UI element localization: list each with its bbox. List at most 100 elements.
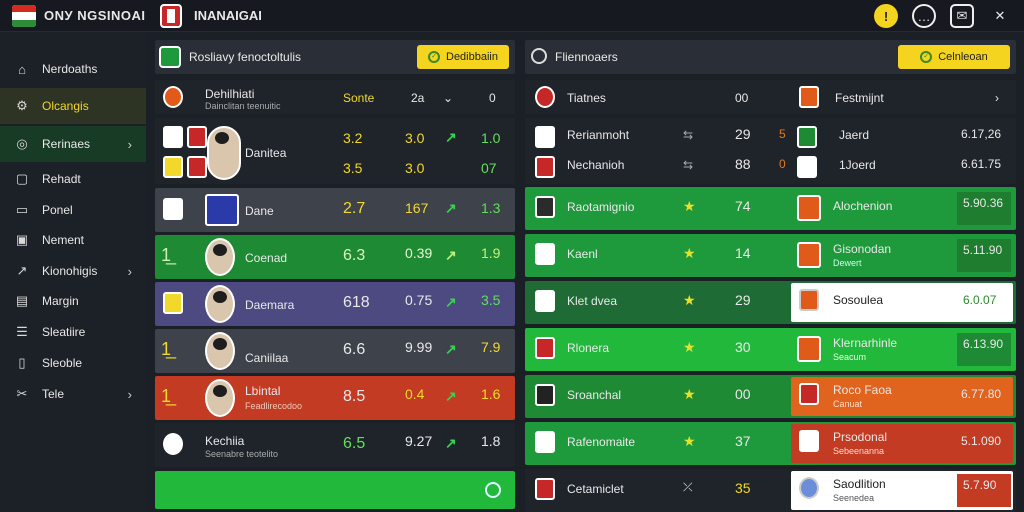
team-crest-icon: [163, 198, 183, 220]
star-icon[interactable]: ★: [683, 198, 696, 215]
table-row[interactable]: Cetamiclet ⤫ 35 Saodlition Seenedea 5.7.…: [525, 469, 1016, 512]
team-name: Kaenl: [567, 247, 598, 261]
rating: 1.0: [481, 130, 501, 146]
team-name: Raotamignio: [567, 200, 635, 214]
table-row[interactable]: Danitea 3.2 3.5 3.0 3.0 ↗ 1.0 07: [155, 118, 515, 184]
value: 6.13.90: [957, 333, 1011, 366]
left-table-header: Dehilhiati Dainclitan teenuitic Sonte 2a…: [155, 80, 515, 114]
score: 8.5: [343, 388, 366, 405]
team-crest-icon: [535, 384, 555, 406]
team-name: Rafenomaite: [567, 435, 636, 449]
table-row[interactable]: 1̲ Coenad 6.3 0.39 ↗ 1.9: [155, 235, 515, 279]
player-name: Coenad: [245, 251, 288, 265]
doc-icon: ▭: [15, 202, 29, 217]
right-panel-button[interactable]: ✓ Celnleoan: [898, 45, 1010, 69]
close-icon[interactable]: ✕: [988, 4, 1012, 28]
chevron-right-icon: ›: [127, 263, 132, 279]
team-name: Nechanioh: [567, 158, 625, 172]
star-icon[interactable]: ★: [683, 433, 696, 450]
trend-arrow-icon: ↗: [445, 435, 457, 451]
left-panel-button[interactable]: ✓ Dedibbaiin: [417, 45, 509, 69]
table-row[interactable]: Daemara 618 0.75 ↗ 3.5: [155, 282, 515, 326]
odds: 9.27: [405, 433, 433, 449]
sidebar-item-10[interactable]: ✂ Tele ›: [0, 376, 146, 412]
value: 6.61.75: [961, 157, 1002, 171]
table-row[interactable]: Kaenl ★ 14 Gisonodan Dewert 5.11.90: [525, 234, 1016, 277]
table-row[interactable]: Rafenomaite ★ 37 Prsodonal Sebeenanna 5.…: [525, 422, 1016, 465]
trend-arrow-icon: ↗: [445, 129, 457, 145]
confirm-icon[interactable]: [485, 482, 501, 498]
team-crest-icon: [797, 156, 817, 178]
odds: 167: [405, 200, 429, 216]
odds: 3.0: [405, 160, 425, 176]
rank-number: 1̲: [161, 245, 172, 265]
globe-icon: ◎: [16, 136, 28, 151]
player-avatar: [207, 126, 241, 180]
sidebar-item-0[interactable]: ⌂ Nerdoaths: [0, 51, 146, 87]
star-icon[interactable]: ★: [683, 386, 696, 403]
club-badge-icon: [160, 4, 182, 28]
team-name: Sroanchal: [567, 388, 622, 402]
rating: 1.9: [481, 245, 501, 261]
score: 6.3: [343, 247, 366, 264]
message-icon[interactable]: ✉: [950, 4, 974, 28]
team-crest-icon: [187, 156, 207, 178]
opponent-name: Gisonodan: [833, 242, 892, 256]
header-col2: 2a: [411, 91, 425, 105]
star-icon[interactable]: ★: [683, 339, 696, 356]
chevron-down-icon[interactable]: ⌄: [443, 91, 453, 105]
table-row[interactable]: Klet dvea ★ 29 Sosoulea 6.0.07: [525, 281, 1016, 324]
league-icon: [159, 46, 181, 68]
team-crest-icon: [799, 430, 819, 452]
left-panel-title: Rosliavy fenoctoltulis: [189, 50, 302, 64]
table-row[interactable]: 1̲ Caniilaa 6.6 9.99 ↗ 7.9: [155, 329, 515, 373]
opponent-name: Prsodonal: [833, 430, 888, 444]
left-panel-header: Rosliavy fenoctoltulis ✓ Dedibbaiin: [155, 40, 515, 74]
action-bar[interactable]: [155, 471, 515, 509]
player-name: Danitea: [245, 146, 287, 160]
page-title: INANAIGAI: [194, 8, 262, 23]
chevron-right-icon[interactable]: ›: [995, 91, 999, 105]
opponent-name: Klernarhinle: [833, 336, 898, 350]
table-row[interactable]: Sroanchal ★ 00 Roco Faoa Canuat 6.77.80: [525, 375, 1016, 418]
opponent-sub: Canuat: [833, 399, 863, 409]
sidebar-item-1[interactable]: ⚙ Olcangis: [0, 88, 146, 124]
odds: 0.4: [405, 386, 425, 402]
table-row[interactable]: Kechiia Seenabre teotelito 6.5 9.27 ↗ 1.…: [155, 423, 515, 467]
player-name: Kechiia: [205, 434, 245, 448]
sidebar-item-2[interactable]: ◎ Rerinaes ›: [0, 126, 146, 162]
value: 6.77.80: [961, 387, 1002, 401]
table-row[interactable]: 1̲ Lbintal Feadlirecodoo 8.5 0.4 ↗ 1.6: [155, 376, 515, 420]
trend-arrow-icon: ↗: [445, 294, 457, 310]
opponent-name: Alochenion: [833, 199, 893, 213]
gear-icon: ⚙: [16, 98, 28, 113]
team-crest-icon: [535, 243, 555, 265]
count: 00: [735, 386, 751, 402]
value: 5.90.36: [957, 192, 1011, 225]
odds: 9.99: [405, 339, 433, 355]
table-row[interactable]: Rerianmoht Nechanioh ⇆ ⇆ 29 88 5 0 Jaerd…: [525, 118, 1016, 184]
value: 6.17,26: [961, 127, 1002, 141]
count: 29: [735, 126, 751, 142]
star-icon[interactable]: ★: [683, 292, 696, 309]
check-circle-icon: [531, 48, 547, 64]
value: 6.0.07: [963, 293, 997, 307]
player-name: Lbintal: [245, 384, 281, 398]
chevron-right-icon: ›: [127, 386, 132, 402]
star-icon[interactable]: ★: [683, 245, 696, 262]
team-crest-icon: [797, 195, 821, 221]
table-row[interactable]: Rlonera ★ 30 Klernarhinle Seacum 6.13.90: [525, 328, 1016, 371]
table-row[interactable]: Raotamignio ★ 74 Alochenion 5.90.36: [525, 187, 1016, 230]
header-sub: Dainclitan teenuitic: [205, 101, 281, 111]
team-crest-icon: [163, 292, 183, 314]
team-crest-icon: [163, 86, 183, 108]
table-row[interactable]: Dane 2.7 167 ↗ 1.3: [155, 188, 515, 232]
chat-icon[interactable]: …: [912, 4, 936, 28]
value: 5.7.90: [957, 474, 1011, 507]
trend-arrow-icon: ↗: [445, 341, 457, 357]
alert-icon[interactable]: !: [874, 4, 898, 28]
player-avatar: [205, 332, 235, 370]
tools-icon: ✂: [16, 386, 28, 401]
rating: 3.5: [481, 292, 501, 308]
player-name: Daemara: [245, 298, 295, 312]
